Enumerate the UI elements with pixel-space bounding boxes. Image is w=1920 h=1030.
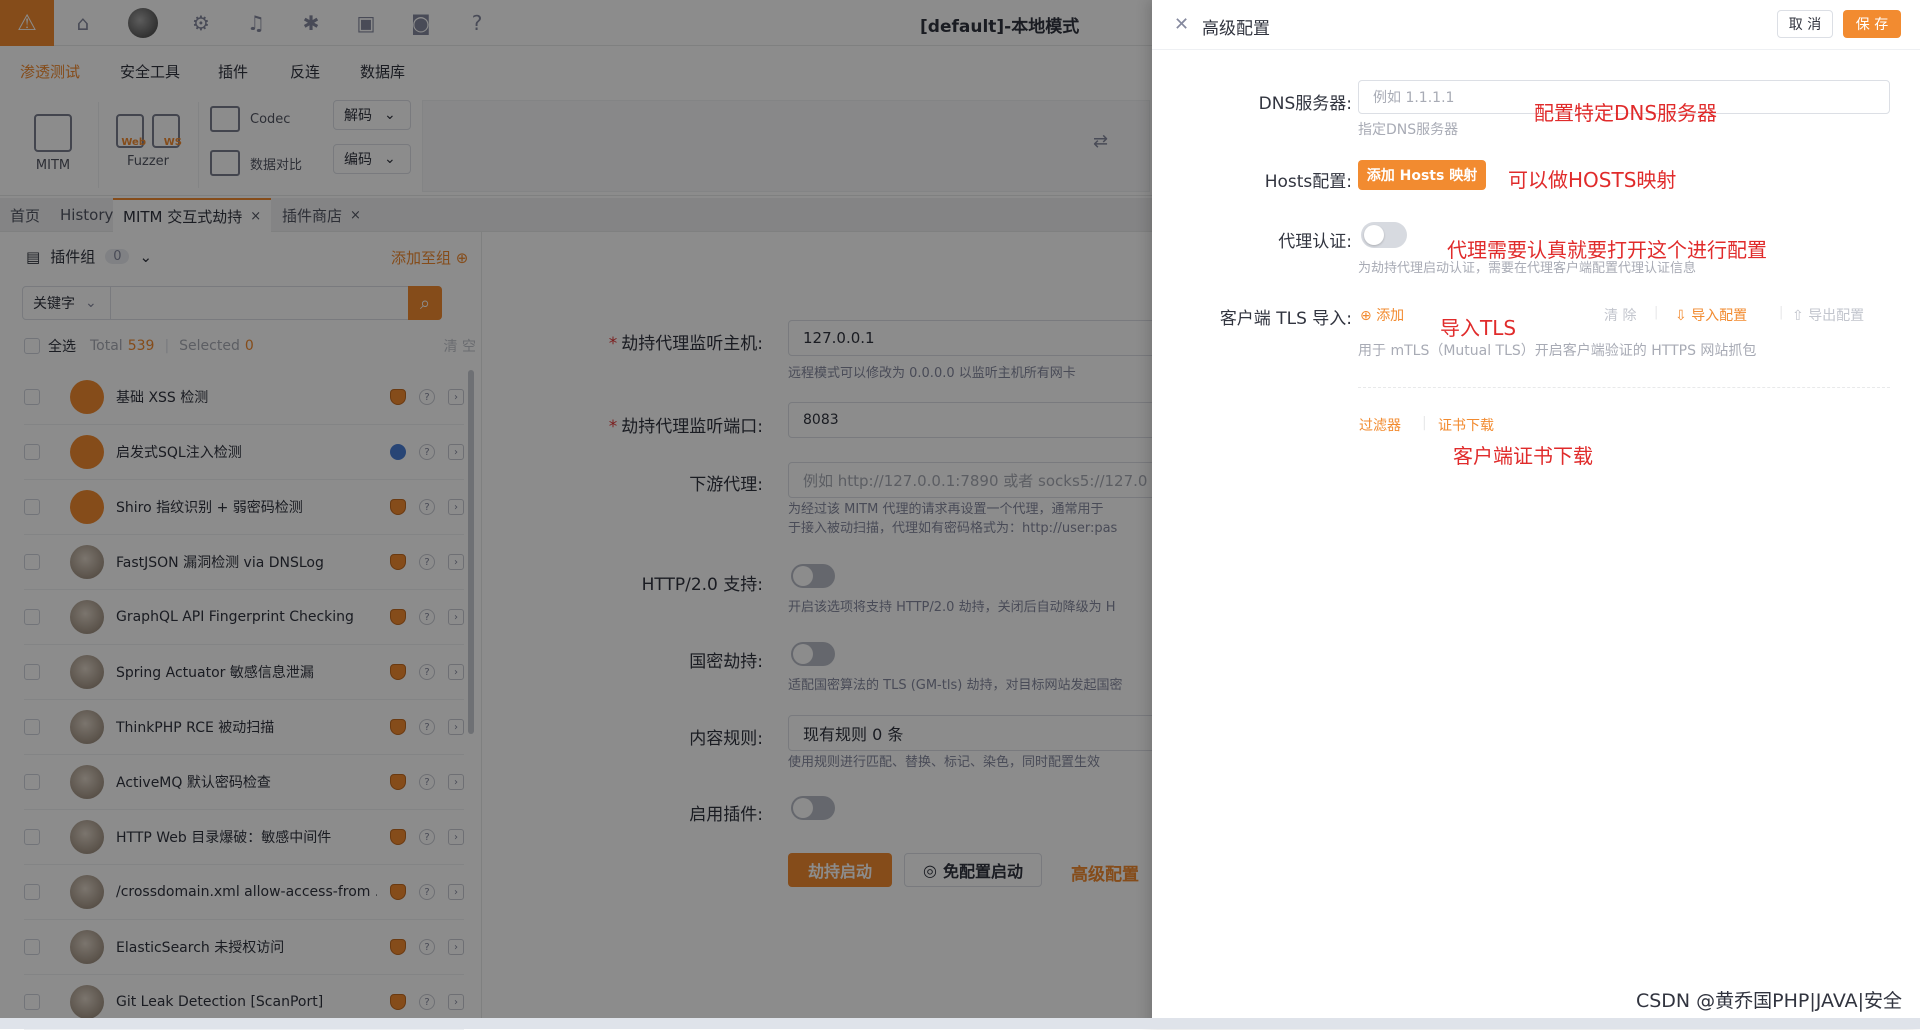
divider: | (1422, 415, 1427, 431)
divider: | (1654, 305, 1659, 320)
tls-help: 用于 mTLS（Mutual TLS）开启客户端验证的 HTTPS 网站抓包 (1358, 343, 1757, 359)
cert-download-link[interactable]: 证书下载 (1438, 415, 1494, 435)
status-bar (0, 1018, 1920, 1029)
cancel-button[interactable]: 取 消 (1777, 10, 1833, 38)
drawer-header: ✕ 高级配置 取 消 保 存 (1152, 0, 1920, 50)
filter-link[interactable]: 过滤器 (1359, 415, 1401, 435)
proxy-auth-label: 代理认证: (1278, 232, 1352, 252)
close-icon[interactable]: ✕ (1174, 14, 1189, 35)
add-hosts-button[interactable]: 添加 Hosts 映射 (1358, 160, 1486, 190)
tls-import-button[interactable]: ⇩ 导入配置 (1675, 305, 1747, 325)
watermark: CSDN @黄乔国PHP|JAVA|安全 (1635, 990, 1902, 1012)
tls-export-button[interactable]: ⇧ 导出配置 (1792, 305, 1864, 325)
dns-help: 指定DNS服务器 (1358, 122, 1459, 138)
plus-circle-icon: ⊕ (1360, 308, 1372, 324)
export-icon: ⇧ (1792, 308, 1804, 324)
tls-add-button[interactable]: ⊕ 添加 (1360, 305, 1404, 325)
tls-clear-button[interactable]: 清 除 (1604, 305, 1636, 325)
divider: | (1779, 305, 1784, 320)
annotation-dns: 配置特定DNS服务器 (1534, 101, 1718, 125)
proxy-auth-help: 为劫持代理启动认证，需要在代理客户端配置代理认证信息 (1358, 261, 1697, 276)
save-button[interactable]: 保 存 (1843, 10, 1901, 38)
dns-label: DNS服务器: (1258, 94, 1352, 114)
import-icon: ⇩ (1675, 308, 1687, 324)
annotation-tls: 导入TLS (1440, 316, 1517, 340)
drawer-title: 高级配置 (1202, 19, 1270, 39)
annotation-hosts: 可以做HOSTS映射 (1508, 168, 1677, 192)
divider (1358, 387, 1890, 388)
proxy-auth-toggle[interactable] (1361, 222, 1407, 248)
annotation-cert: 客户端证书下载 (1453, 444, 1593, 468)
modal-overlay[interactable] (0, 0, 1152, 1029)
tls-label: 客户端 TLS 导入: (1219, 309, 1352, 329)
hosts-label: Hosts配置: (1264, 172, 1352, 192)
advanced-config-drawer: ✕ 高级配置 取 消 保 存 DNS服务器: 例如 1.1.1.1 指定DNS服… (1152, 0, 1920, 1029)
